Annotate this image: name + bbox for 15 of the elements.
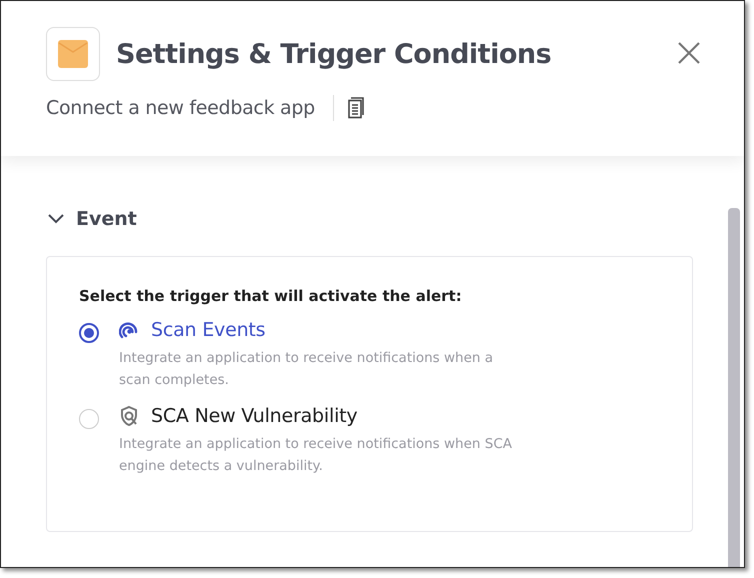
- envelope-icon: [58, 40, 88, 68]
- dialog-subtitle: Connect a new feedback app: [46, 97, 315, 119]
- section-toggle[interactable]: Event: [46, 208, 137, 230]
- document-icon[interactable]: [348, 97, 365, 119]
- chevron-icon: [48, 214, 64, 224]
- trigger-prompt: Select the trigger that will activate the alert:: [79, 287, 463, 305]
- option-label[interactable]: SCA New Vulnerability: [151, 405, 358, 427]
- radio-button[interactable]: [79, 323, 99, 343]
- option-description: Integrate an application to receive notifications when SCA engine detects a vulnerability.: [119, 435, 513, 476]
- option-label[interactable]: Scan Events: [151, 319, 266, 341]
- signal-arcs-icon: [119, 320, 139, 340]
- option-description: Integrate an application to receive notifications when a scan completes.: [119, 349, 494, 390]
- shield-search-icon: [119, 405, 139, 427]
- scrollbar-thumb[interactable]: [728, 208, 740, 567]
- dialog-title: Settings & Trigger Conditions: [116, 38, 552, 70]
